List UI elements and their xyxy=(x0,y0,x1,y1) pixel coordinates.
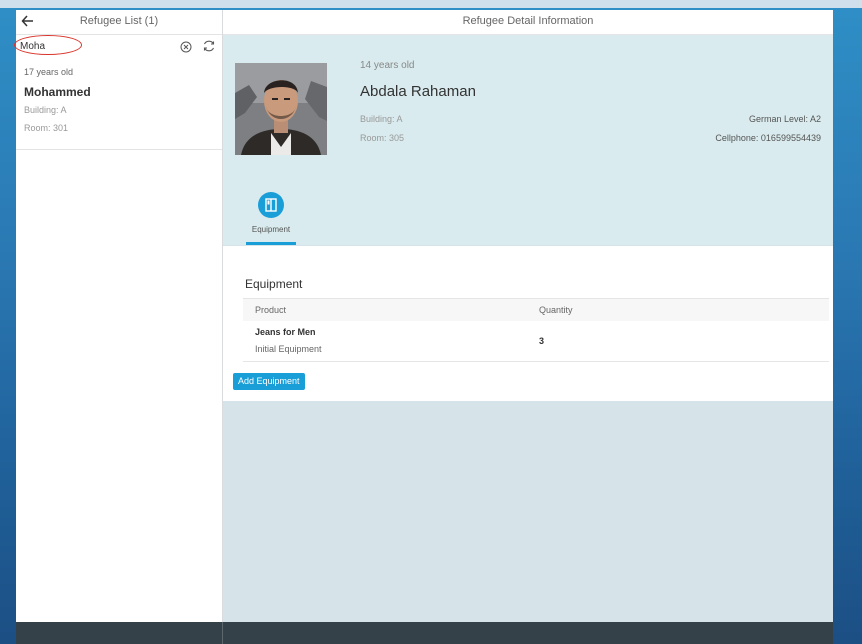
person-building: Building: A xyxy=(360,114,403,124)
tab-selected-indicator xyxy=(246,242,296,245)
add-equipment-button[interactable]: Add Equipment xyxy=(233,373,305,390)
book-icon xyxy=(265,198,277,212)
list-item-room: Room: 301 xyxy=(24,123,69,133)
row-product-name: Jeans for Men xyxy=(255,327,316,337)
tab-equipment[interactable]: Equipment xyxy=(243,190,299,245)
tab-equipment-label: Equipment xyxy=(251,225,291,234)
master-title: Refugee List (1) xyxy=(79,15,159,27)
footer-divider xyxy=(222,622,223,644)
table-row[interactable]: Jeans for Men Initial Equipment 3 xyxy=(243,321,829,362)
person-age: 14 years old xyxy=(360,60,415,71)
master-header: Refugee List (1) xyxy=(16,10,222,35)
detail-title: Refugee Detail Information xyxy=(462,15,594,27)
person-cellphone: Cellphone: 016599554439 xyxy=(715,133,821,143)
footer-bar xyxy=(16,622,833,644)
table-header: Product Quantity xyxy=(243,298,829,322)
search-input[interactable] xyxy=(16,38,174,54)
column-header-quantity: Quantity xyxy=(539,305,573,315)
person-german-level: German Level: A2 xyxy=(748,114,821,124)
list-item-name: Mohammed xyxy=(24,85,91,99)
section-title: Equipment xyxy=(245,277,303,291)
list-item[interactable]: 17 years old Mohammed Building: A Room: … xyxy=(16,62,222,150)
equipment-section: Equipment Product Quantity Jeans for Men… xyxy=(223,246,833,401)
list-item-building: Building: A xyxy=(24,105,67,115)
tab-equipment-icon-circle xyxy=(258,192,284,218)
column-header-product: Product xyxy=(255,305,287,315)
top-strip xyxy=(0,0,862,8)
detail-pane: Refugee Detail Information 14 years old … xyxy=(223,10,833,644)
refresh-button[interactable] xyxy=(202,39,216,53)
object-header: 14 years old Abdala Rahaman Building: A … xyxy=(223,35,833,245)
refresh-icon xyxy=(203,40,215,52)
person-room: Room: 305 xyxy=(360,133,405,143)
clear-icon xyxy=(180,41,192,53)
person-photo xyxy=(235,63,327,155)
person-portrait-icon xyxy=(235,63,327,155)
clear-search-button[interactable] xyxy=(180,40,192,53)
app-shell: Refugee List (1) 17 years ol xyxy=(14,10,833,644)
search-bar xyxy=(14,35,222,57)
master-pane: Refugee List (1) 17 years ol xyxy=(14,10,223,644)
row-quantity: 3 xyxy=(539,336,545,346)
person-name: Abdala Rahaman xyxy=(360,83,476,100)
detail-header: Refugee Detail Information xyxy=(223,10,833,35)
row-product-category: Initial Equipment xyxy=(255,344,322,354)
list-item-age: 17 years old xyxy=(24,67,74,77)
